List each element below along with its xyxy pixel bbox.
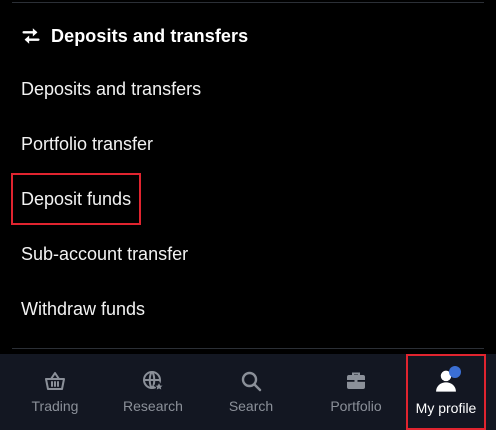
search-icon [241,371,262,392]
nav-item-portfolio[interactable]: Portfolio [306,354,406,430]
nav-label-portfolio: Portfolio [330,398,382,414]
menu-item-deposits-and-transfers[interactable]: Deposits and transfers [21,69,201,109]
globe-star-icon [143,371,165,392]
bottom-divider [12,348,484,349]
nav-item-research[interactable]: Research [110,354,196,430]
nav-label-trading: Trading [31,398,79,414]
nav-item-my-profile[interactable]: My profile [406,354,486,430]
nav-label-my-profile: My profile [415,400,477,416]
nav-item-trading[interactable]: Trading [0,354,110,430]
menu-item-portfolio-transfer[interactable]: Portfolio transfer [21,124,153,164]
bottom-navigation: Trading Research Search Portfolio My pro… [0,354,496,430]
section-header: Deposits and transfers [20,22,248,50]
swap-arrows-icon [22,28,40,44]
menu-item-withdraw-funds[interactable]: Withdraw funds [21,289,145,329]
top-divider [12,2,484,3]
menu-item-deposit-funds[interactable]: Deposit funds [10,173,142,225]
nav-label-search: Search [228,398,274,414]
menu-item-sub-account-transfer[interactable]: Sub-account transfer [21,234,188,274]
notification-dot [449,366,461,378]
section-title: Deposits and transfers [51,25,249,46]
nav-item-search[interactable]: Search [196,354,306,430]
nav-label-research: Research [123,398,183,414]
briefcase-icon [347,372,365,389]
basket-icon [45,372,65,390]
